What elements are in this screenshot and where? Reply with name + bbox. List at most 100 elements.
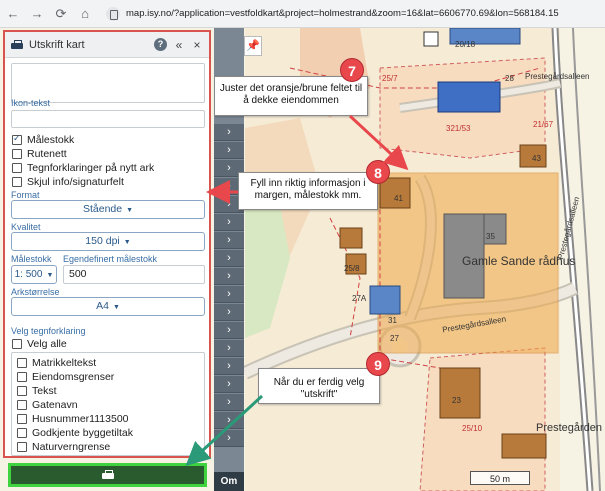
callout-9: Når du er ferdig velg "utskrift" [258, 368, 380, 404]
back-icon[interactable]: ← [6, 6, 20, 21]
road-label-1: Prestegårdsalleen [525, 72, 590, 81]
expand-arrow-icon[interactable]: › [214, 394, 244, 411]
list-item[interactable]: Godkjente byggetiltak [17, 427, 133, 439]
callout-text: Når du er ferdig velg "utskrift" [273, 377, 365, 400]
address-bar[interactable]: map.isy.no/?application=vestfoldkart&pro… [106, 6, 559, 21]
caret-down-icon: ▼ [112, 304, 120, 311]
expand-arrow-icon[interactable]: › [214, 250, 244, 267]
panel-title: Utskrift kart [29, 38, 85, 51]
checkbox-icon[interactable] [17, 442, 27, 452]
callout-text: Fyll inn riktig informasjon i margen, må… [250, 178, 366, 201]
caret-down-icon: ▼ [46, 272, 54, 279]
checkbox-label: Eiendomsgrenser [32, 371, 115, 383]
checkbox-icon[interactable] [17, 358, 27, 368]
quality-label: Kvalitet [11, 222, 41, 232]
checkbox-select-all[interactable]: Velg alle [12, 338, 67, 350]
list-item[interactable]: Husnummer1113500 [17, 413, 129, 425]
parcel-label: 25/7 [382, 74, 398, 83]
checkbox-icon[interactable] [12, 177, 22, 187]
expand-arrow-icon[interactable]: › [214, 430, 244, 447]
list-item[interactable]: Gatenavn [17, 399, 78, 411]
expand-arrow-icon[interactable]: › [214, 124, 244, 141]
parcel-label: 23 [452, 396, 461, 405]
checkbox-grid[interactable]: Rutenett [12, 148, 67, 160]
checkbox-icon[interactable] [12, 339, 22, 349]
checkbox-label: Målestokk [27, 134, 75, 146]
scale-select[interactable]: 1: 500 ▼ [11, 265, 57, 284]
format-label: Format [11, 190, 40, 200]
custom-scale-input[interactable]: 500 [63, 265, 205, 284]
checkbox-label: Husnummer1113500 [32, 413, 129, 425]
legend-list[interactable]: Matrikkeltekst Eiendomsgrenser Tekst Gat… [11, 352, 205, 456]
parcel-label: 43 [532, 154, 541, 163]
checkbox-icon[interactable] [12, 133, 22, 145]
home-icon[interactable]: ⌂ [78, 6, 92, 21]
expand-arrow-icon[interactable]: › [214, 232, 244, 249]
checkbox-scale[interactable]: Målestokk [12, 133, 75, 146]
step-badge-8: 8 [366, 160, 390, 184]
step-badge-9: 9 [366, 352, 390, 376]
paper-size-label: Arkstørrelse [11, 287, 60, 297]
custom-scale-label: Egendefinert målestokk [63, 254, 158, 264]
parcel-label: 27A [352, 294, 367, 303]
url-text[interactable]: map.isy.no/?application=vestfoldkart&pro… [126, 8, 559, 19]
help-icon[interactable]: ? [154, 38, 167, 51]
checkbox-label: Naturverngrense [32, 441, 111, 453]
print-button[interactable] [8, 463, 207, 487]
icon-text-input[interactable] [11, 110, 205, 128]
about-button[interactable]: Om [214, 472, 244, 491]
callout-7: Juster det oransje/brune feltet til å de… [214, 76, 368, 116]
expand-arrow-icon[interactable]: › [214, 322, 244, 339]
expand-arrow-icon[interactable]: › [214, 142, 244, 159]
caret-down-icon: ▼ [126, 207, 134, 214]
expand-arrow-icon[interactable]: › [214, 412, 244, 429]
expand-arrow-icon[interactable]: › [214, 358, 244, 375]
checkbox-icon[interactable] [17, 372, 27, 382]
expand-arrow-icon[interactable]: › [214, 340, 244, 357]
checkbox-icon[interactable] [17, 428, 27, 438]
forward-icon[interactable]: → [30, 6, 44, 21]
expand-arrow-icon[interactable]: › [214, 286, 244, 303]
checkbox-legend-new-sheet[interactable]: Tegnforklaringer på nytt ark [12, 162, 154, 174]
list-item[interactable]: Matrikkeltekst [17, 357, 96, 369]
checkbox-icon[interactable] [17, 400, 27, 410]
parcel-label: 41 [394, 194, 403, 203]
checkbox-icon[interactable] [17, 386, 27, 396]
title-textarea[interactable] [11, 63, 205, 103]
reload-icon[interactable]: ⟳ [54, 6, 68, 22]
expand-arrow-icon[interactable]: › [214, 214, 244, 231]
checkbox-label: Skjul info/signaturfelt [27, 176, 124, 188]
expand-arrow-icon[interactable]: › [214, 304, 244, 321]
list-item[interactable]: Eiendomsgrenser [17, 371, 114, 383]
format-value: Stående [82, 203, 123, 215]
checkbox-label: Godkjente byggetiltak [32, 427, 133, 439]
checkbox-label: Rutenett [27, 148, 67, 160]
expand-arrow-icon[interactable]: › [214, 268, 244, 285]
site-info-icon[interactable] [106, 6, 120, 21]
checkbox-label: Gatenavn [32, 399, 78, 411]
pin-icon[interactable]: 📌 [244, 36, 262, 56]
paper-size-value: A4 [96, 300, 109, 312]
quality-select[interactable]: 150 dpi ▼ [11, 232, 205, 251]
checkbox-label: Tekst [32, 385, 57, 397]
close-icon[interactable]: × [191, 38, 203, 52]
parcel-label: 25/8 [344, 264, 360, 273]
expand-arrow-icon[interactable]: › [214, 376, 244, 393]
list-item[interactable]: Tekst [17, 385, 57, 397]
checkbox-icon[interactable] [12, 149, 22, 159]
printer-icon [11, 39, 23, 50]
checkbox-label: Matrikkeltekst [32, 357, 97, 369]
format-select[interactable]: Stående ▼ [11, 200, 205, 219]
checkbox-label: Velg alle [27, 338, 67, 350]
checkbox-hide-info[interactable]: Skjul info/signaturfelt [12, 176, 124, 188]
paper-size-select[interactable]: A4 ▼ [11, 297, 205, 316]
collapse-icon[interactable]: « [173, 38, 185, 52]
legend-label: Velg tegnforklaring [11, 326, 86, 336]
checkbox-label: Tegnforklaringer på nytt ark [27, 162, 155, 174]
list-item[interactable]: Naturverngrense [17, 441, 110, 453]
parcel-label: 31 [388, 316, 397, 325]
checkbox-icon[interactable] [12, 163, 22, 173]
checkbox-icon[interactable] [17, 414, 27, 424]
parcel-label: 20/18 [455, 40, 476, 49]
parcel-label: 21/67 [533, 120, 554, 129]
